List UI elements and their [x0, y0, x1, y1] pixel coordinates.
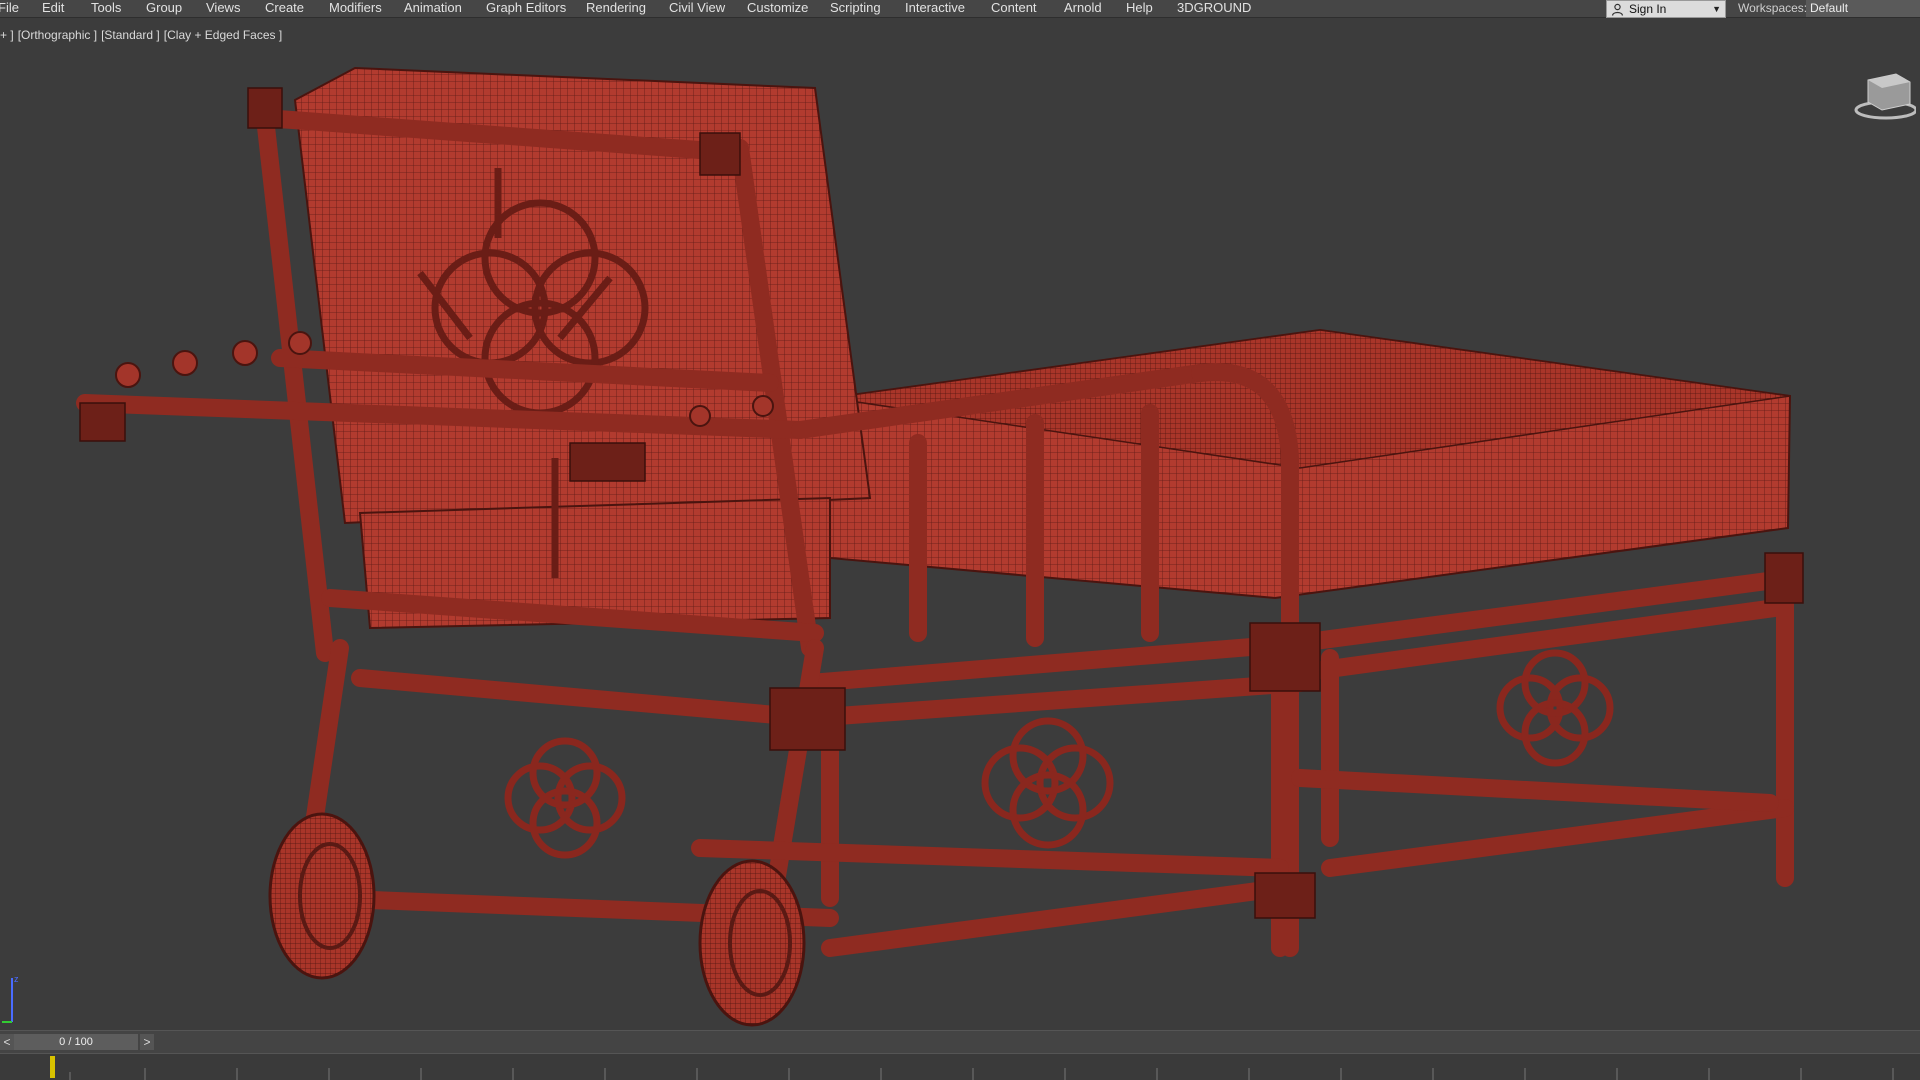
menu-file[interactable]: File [0, 0, 19, 17]
workspaces-label: Workspaces: [1738, 1, 1808, 15]
menu-create[interactable]: Create [265, 0, 304, 17]
menu-animation[interactable]: Animation [404, 0, 462, 17]
menu-rendering[interactable]: Rendering [586, 0, 646, 17]
sign-in-dropdown[interactable]: Sign In ▼ [1606, 0, 1726, 18]
menu-3dground[interactable]: 3DGROUND [1177, 0, 1251, 17]
menu-interactive[interactable]: Interactive [905, 0, 965, 17]
viewport-orthographic[interactable]: + ] [Orthographic ] [Standard ] [Clay + Edg… [0, 18, 1920, 1030]
user-icon [1611, 3, 1624, 16]
menu-content[interactable]: Content [991, 0, 1037, 17]
svg-text:z: z [14, 974, 19, 984]
app-window: { "menubar": { "items": ["File", "Edit",… [0, 0, 1920, 1080]
track-bar-ticks [50, 1056, 1894, 1080]
time-slider[interactable]: 0 / 100 [14, 1034, 138, 1050]
menu-edit[interactable]: Edit [42, 0, 64, 17]
menu-scripting[interactable]: Scripting [830, 0, 881, 17]
next-frame-button[interactable]: > [140, 1034, 154, 1050]
chaise-lounge-mesh[interactable] [0, 18, 1920, 1030]
menu-arnold[interactable]: Arnold [1064, 0, 1102, 17]
menu-modifiers[interactable]: Modifiers [329, 0, 382, 17]
workspace-select[interactable]: Default [1806, 0, 1920, 17]
sign-in-label: Sign In [1629, 2, 1667, 16]
menu-views[interactable]: Views [206, 0, 240, 17]
menu-graph-editors[interactable]: Graph Editors [486, 0, 566, 17]
chevron-down-icon: ▼ [1712, 4, 1721, 14]
menu-tools[interactable]: Tools [91, 0, 121, 17]
track-bar[interactable] [0, 1053, 1920, 1080]
menu-bar: File Edit Tools Group Views Create Modif… [0, 0, 1920, 18]
menu-civil-view[interactable]: Civil View [669, 0, 725, 17]
axis-gizmo-icon: z [2, 974, 19, 1023]
viewcube-icon[interactable] [1852, 62, 1916, 126]
prev-frame-button[interactable]: < [0, 1034, 14, 1050]
time-slider-bar: < 0 / 100 > [0, 1030, 1920, 1053]
menu-help[interactable]: Help [1126, 0, 1153, 17]
menu-customize[interactable]: Customize [747, 0, 808, 17]
menu-group[interactable]: Group [146, 0, 182, 17]
